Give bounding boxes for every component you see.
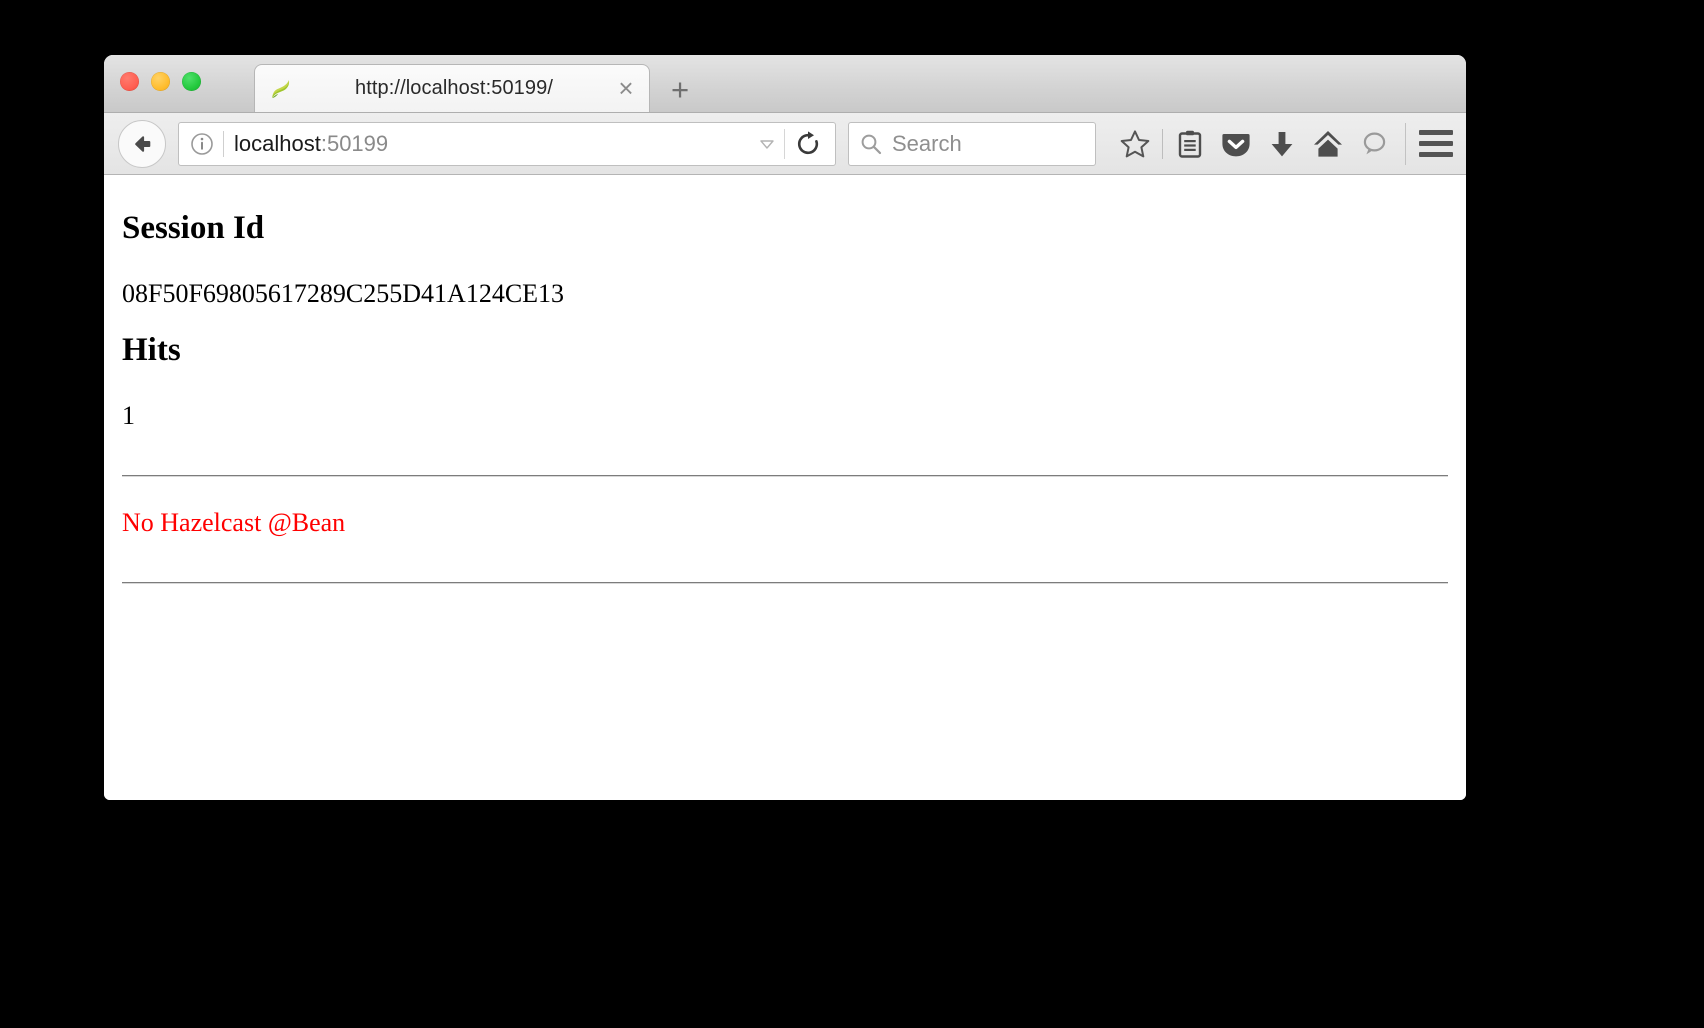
home-icon[interactable] [1305, 121, 1351, 167]
url-text: localhost:50199 [234, 131, 754, 157]
browser-tab[interactable]: http://localhost:50199/ × [254, 64, 650, 112]
session-id-value: 08F50F69805617289C255D41A124CE13 [122, 278, 565, 308]
reading-list-glyph [1178, 130, 1202, 158]
url-host: localhost [234, 130, 321, 156]
download-arrow-glyph [1271, 131, 1293, 156]
menu-separator [1405, 122, 1406, 165]
sync-chat-icon[interactable] [1351, 121, 1397, 167]
content-divider-bottom [122, 582, 1448, 585]
spring-leaf-icon [272, 79, 290, 98]
home-glyph [1314, 130, 1342, 157]
chat-bubble-glyph [1363, 132, 1386, 154]
tab-title: http://localhost:50199/ [355, 77, 553, 99]
close-window-button[interactable] [120, 72, 139, 91]
new-tab-button[interactable]: + [666, 74, 694, 105]
reading-list-icon[interactable] [1167, 121, 1213, 167]
toolbar-separator [1162, 128, 1163, 159]
page-content: Session Id 08F50F69805617289C255D41A124C… [122, 175, 1448, 585]
back-arrow-icon [135, 135, 151, 152]
hamburger-bar [1419, 130, 1453, 135]
hazelcast-alert-message: No Hazelcast @Bean [122, 508, 346, 538]
tab-strip: http://localhost:50199/ × + [104, 55, 1466, 113]
hamburger-menu-icon[interactable] [1416, 121, 1456, 167]
hamburger-bar [1419, 141, 1453, 146]
session-id-heading: Session Id [122, 210, 265, 246]
hamburger-bar [1419, 152, 1453, 157]
toolbar-icon-group [1112, 121, 1456, 167]
url-divider [223, 130, 224, 157]
pocket-glyph [1222, 133, 1250, 156]
page-viewport: Session Id 08F50F69805617289C255D41A124C… [104, 175, 1466, 800]
search-input[interactable]: Search [892, 131, 962, 157]
navigation-toolbar: localhost:50199 Search [104, 113, 1466, 175]
minimize-window-button[interactable] [151, 72, 170, 91]
url-port: :50199 [320, 130, 389, 156]
close-tab-button[interactable]: × [613, 75, 639, 102]
reload-button[interactable] [785, 122, 831, 166]
url-bar[interactable]: localhost:50199 [178, 121, 836, 166]
content-divider-top [122, 475, 1448, 478]
chevron-down-icon[interactable] [754, 131, 780, 157]
info-circle-icon[interactable] [189, 131, 215, 157]
zoom-window-button[interactable] [182, 72, 201, 91]
hits-value: 1 [122, 401, 135, 431]
window-controls [120, 72, 201, 91]
hits-heading: Hits [122, 332, 181, 369]
browser-window: http://localhost:50199/ × + localhost:50… [104, 55, 1466, 800]
back-button[interactable] [118, 119, 166, 168]
downloads-icon[interactable] [1259, 121, 1305, 167]
pocket-icon[interactable] [1213, 121, 1259, 167]
chevron-down-glyph [760, 139, 774, 149]
search-icon [861, 134, 882, 154]
search-bar[interactable]: Search [848, 121, 1096, 166]
bookmark-star-icon[interactable] [1112, 121, 1158, 167]
reload-icon [797, 130, 819, 154]
bookmark-star-glyph [1120, 129, 1150, 157]
